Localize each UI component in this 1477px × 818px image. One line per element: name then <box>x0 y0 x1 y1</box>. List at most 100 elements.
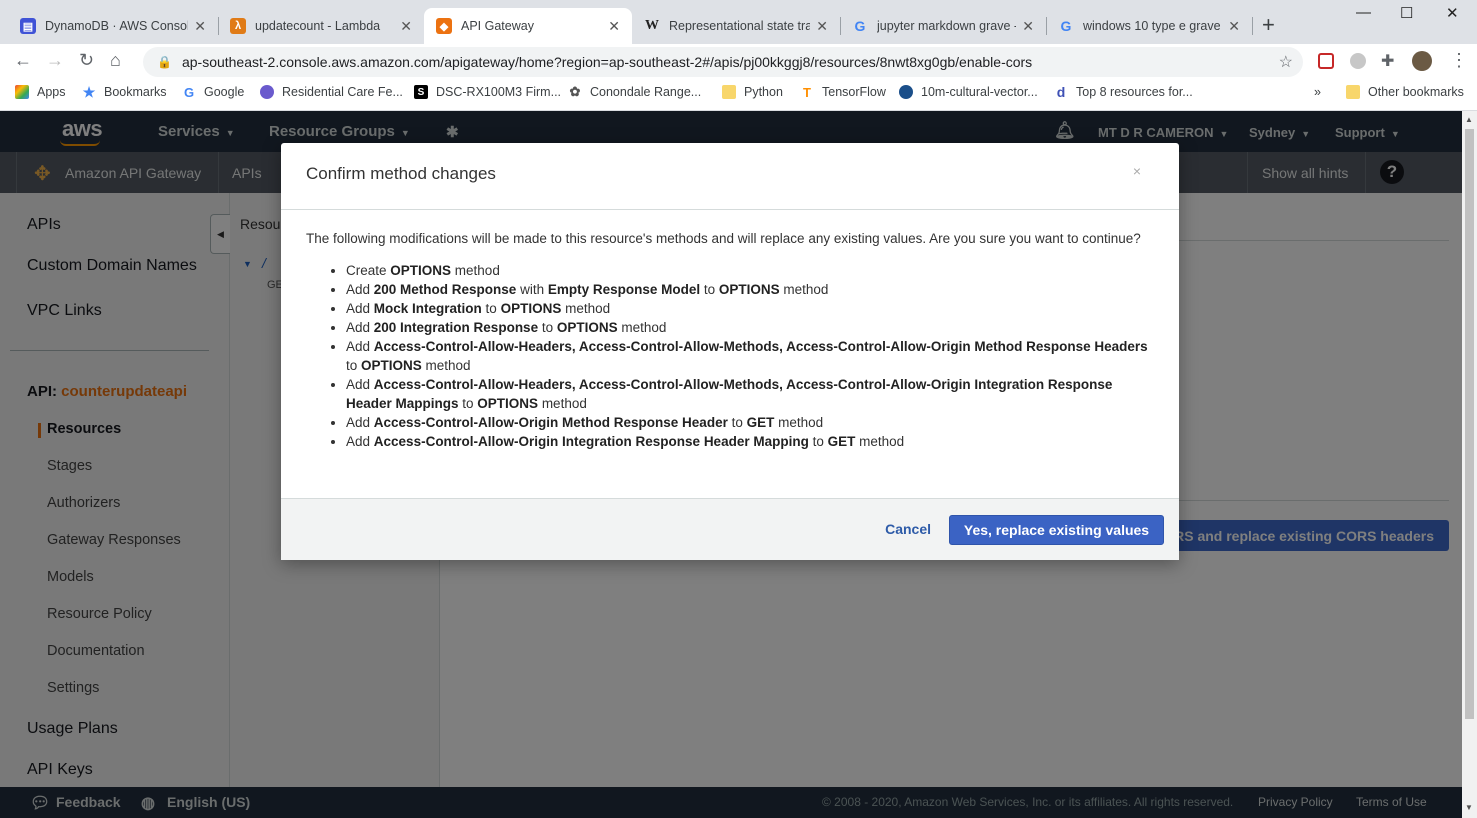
close-tab-icon[interactable]: ✕ <box>1022 18 1034 35</box>
change-item-emphasis: Access-Control-Allow-Origin Method Respo… <box>373 415 728 430</box>
change-item-text: to <box>458 396 478 411</box>
profile-avatar[interactable] <box>1412 51 1432 71</box>
home-icon[interactable]: ⌂ <box>110 50 121 71</box>
change-item-text: Add <box>346 339 374 354</box>
api-gateway-icon: ◆ <box>436 18 452 34</box>
change-item-emphasis: OPTIONS <box>500 301 562 316</box>
bookmark-cultural-vector[interactable]: 10m-cultural-vector... <box>899 85 1038 99</box>
reload-icon[interactable]: ↻ <box>79 50 94 71</box>
change-item-text: method <box>561 301 611 316</box>
dialog-title: Confirm method changes <box>306 164 496 183</box>
tab-jupyter-search[interactable]: G jupyter markdown grave - G ✕ <box>840 8 1046 44</box>
change-item-emphasis: 200 Integration Response <box>373 320 539 335</box>
change-item-emphasis: 200 Method Response <box>373 282 517 297</box>
change-item-emphasis: Access-Control-Allow-Origin Integration … <box>373 434 809 449</box>
scroll-up-icon[interactable]: ▲ <box>1465 115 1473 124</box>
change-item-text: Add <box>346 320 374 335</box>
close-tab-icon[interactable]: ✕ <box>816 18 828 35</box>
dialog-footer: Cancel Yes, replace existing values <box>281 498 1179 560</box>
change-item: Add Access-Control-Allow-Headers, Access… <box>346 375 1161 413</box>
bookmarks-bar: Apps ★ Bookmarks G Google Residential Care… <box>0 79 1477 111</box>
bookmark-apps[interactable]: Apps <box>15 85 66 99</box>
forward-icon[interactable]: → <box>46 50 64 71</box>
change-item-emphasis: OPTIONS <box>556 320 618 335</box>
change-item: Add Access-Control-Allow-Headers, Access… <box>346 337 1161 375</box>
close-icon[interactable]: × <box>1133 163 1141 179</box>
confirm-method-changes-dialog: Confirm method changes × The following m… <box>281 143 1179 560</box>
change-item: Add Mock Integration to OPTIONS method <box>346 299 1161 318</box>
scroll-down-icon[interactable]: ▼ <box>1465 803 1473 812</box>
bookmark-tensorflow[interactable]: T TensorFlow <box>800 85 886 100</box>
change-item-text: to <box>700 282 719 297</box>
folder-icon <box>1346 85 1360 99</box>
dialog-header: Confirm method changes × <box>281 143 1179 210</box>
bookmark-python[interactable]: Python <box>722 85 783 99</box>
bookmark-conondale[interactable]: ✿ Conondale Range... <box>568 84 702 99</box>
change-item-text: Add <box>346 377 374 392</box>
change-item-text: method <box>421 358 471 373</box>
tab-lambda[interactable]: λ updatecount - Lambda ✕ <box>218 8 424 44</box>
change-item-emphasis: OPTIONS <box>477 396 539 411</box>
change-item-text: method <box>617 320 667 335</box>
change-item-emphasis: Mock Integration <box>373 301 482 316</box>
site-icon <box>260 85 274 99</box>
bookmark-google[interactable]: G Google <box>182 85 244 100</box>
change-item-emphasis: OPTIONS <box>361 358 422 373</box>
extension-icon[interactable] <box>1318 53 1334 69</box>
change-item-text: Add <box>346 415 374 430</box>
extension-cloud-icon[interactable] <box>1350 53 1366 69</box>
minimize-icon[interactable]: — <box>1356 4 1371 21</box>
change-item-emphasis: OPTIONS <box>718 282 780 297</box>
bookmark-star-icon[interactable]: ☆ <box>1279 52 1293 72</box>
change-item: Add Access-Control-Allow-Origin Method R… <box>346 413 1161 432</box>
bookmark-bookmarks[interactable]: ★ Bookmarks <box>82 83 167 100</box>
address-bar[interactable]: 🔒 ap-southeast-2.console.aws.amazon.com/… <box>143 47 1303 77</box>
change-item-text: method <box>451 263 500 278</box>
change-item-text: to <box>481 301 501 316</box>
maximize-icon[interactable]: ☐ <box>1400 4 1413 22</box>
bookmark-residential-care[interactable]: Residential Care Fe... <box>260 85 403 99</box>
globe-icon <box>899 85 913 99</box>
star-icon: ★ <box>82 83 96 100</box>
google-icon: G <box>854 18 866 34</box>
apps-grid-icon <box>15 85 29 99</box>
changes-list: Create OPTIONS method Add 200 Method Resp… <box>306 261 1161 451</box>
bookmark-top8[interactable]: d Top 8 resources for... <box>1054 84 1193 100</box>
new-tab-button[interactable]: + <box>1262 12 1275 38</box>
close-tab-icon[interactable]: ✕ <box>1228 18 1240 35</box>
dialog-body: The following modifications will be made… <box>306 231 1161 451</box>
menu-kebab-icon[interactable]: ⋮ <box>1450 50 1468 71</box>
tab-wikipedia[interactable]: W Representational state tran ✕ <box>632 8 840 44</box>
change-item-text: Add <box>346 434 374 449</box>
tab-windows-search[interactable]: G windows 10 type e grave - G ✕ <box>1046 8 1252 44</box>
close-window-icon[interactable]: ✕ <box>1446 4 1459 22</box>
close-tab-icon[interactable]: ✕ <box>400 18 412 35</box>
scroll-thumb[interactable] <box>1465 129 1474 719</box>
lock-icon: 🔒 <box>157 55 172 69</box>
change-item-text: method <box>855 434 905 449</box>
tab-api-gateway[interactable]: ◆ API Gateway ✕ <box>424 8 632 44</box>
change-item-emphasis: GET <box>746 415 775 430</box>
change-item-text: method <box>538 396 587 411</box>
tab-dynamodb[interactable]: ▤ DynamoDB · AWS Console ✕ <box>8 8 218 44</box>
close-tab-icon[interactable]: ✕ <box>194 18 206 35</box>
change-item-text: to <box>727 415 747 430</box>
change-item-emphasis: Empty Response Model <box>547 282 701 297</box>
page-scrollbar[interactable]: ▲ ▼ <box>1462 111 1477 818</box>
dialog-intro: The following modifications will be made… <box>306 231 1141 246</box>
change-item-text: method <box>779 282 829 297</box>
wikipedia-icon: W <box>645 18 659 33</box>
bookmarks-overflow-icon[interactable]: » <box>1314 85 1321 99</box>
change-item-text: with <box>516 282 548 297</box>
bookmark-other[interactable]: Other bookmarks <box>1346 85 1464 99</box>
puzzle-icon[interactable]: ✚ <box>1381 51 1394 71</box>
close-tab-icon[interactable]: ✕ <box>608 18 620 35</box>
dynamodb-icon: ▤ <box>20 18 36 34</box>
cancel-button[interactable]: Cancel <box>885 521 931 537</box>
browser-tab-strip: ▤ DynamoDB · AWS Console ✕ λ updatecount… <box>0 0 1477 44</box>
bookmark-dsc[interactable]: S DSC-RX100M3 Firm... <box>414 85 561 99</box>
change-item-text: Create <box>346 263 391 278</box>
change-item: Create OPTIONS method <box>346 261 1161 280</box>
back-icon[interactable]: ← <box>14 50 32 71</box>
confirm-replace-button[interactable]: Yes, replace existing values <box>949 515 1164 545</box>
